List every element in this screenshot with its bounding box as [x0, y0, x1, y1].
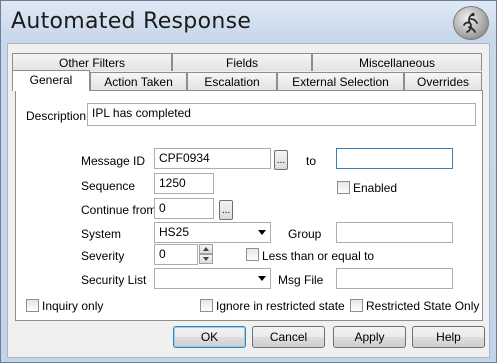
message-id-field[interactable]: CPF0934 [154, 148, 271, 169]
tab-other-filters[interactable]: Other Filters [12, 53, 172, 71]
message-id-to-field[interactable] [336, 148, 453, 169]
gecko-logo-icon [453, 6, 489, 40]
enabled-label: Enabled [353, 181, 398, 195]
continue-from-field[interactable]: 0 [154, 198, 214, 219]
ignore-restricted-checkbox[interactable] [200, 299, 213, 312]
chevron-down-icon [258, 230, 266, 235]
chevron-down-icon [258, 276, 266, 281]
sequence-label: Sequence [81, 179, 136, 193]
general-tab-panel: Description IPL has completed Message ID… [15, 90, 483, 321]
tab-action-taken[interactable]: Action Taken [90, 72, 187, 90]
inquiry-only-checkbox[interactable] [26, 299, 39, 312]
severity-field[interactable]: 0 [154, 244, 198, 265]
window-title: Automated Response [11, 9, 252, 34]
tab-fields[interactable]: Fields [172, 53, 312, 71]
message-id-browse-button[interactable]: ... [274, 150, 288, 170]
ignore-restricted-label: Ignore in restricted state [216, 299, 345, 313]
msg-file-field[interactable] [336, 268, 453, 289]
tab-miscellaneous[interactable]: Miscellaneous [312, 53, 482, 71]
severity-spinner[interactable] [199, 244, 213, 265]
title-bar[interactable]: Automated Response [1, 1, 496, 43]
security-list-label: Security List [81, 273, 147, 287]
spin-up-icon[interactable] [199, 244, 213, 254]
cancel-button[interactable]: Cancel [252, 326, 325, 348]
automated-response-window: Automated Response Other Filters Fields … [0, 0, 497, 363]
tab-row-front: General Action Taken Escalation External… [12, 70, 482, 91]
less-than-or-equal-label: Less than or equal to [262, 249, 375, 263]
apply-button[interactable]: Apply [333, 326, 406, 348]
tab-general[interactable]: General [12, 70, 90, 91]
restricted-only-label: Restricted State Only [366, 299, 480, 313]
ok-button[interactable]: OK [173, 326, 246, 348]
security-list-dropdown[interactable] [154, 268, 271, 289]
tab-external-selection[interactable]: External Selection [277, 72, 404, 90]
message-id-label: Message ID [81, 154, 146, 168]
msg-file-label: Msg File [278, 273, 324, 287]
sequence-field[interactable]: 1250 [154, 173, 214, 194]
spin-down-icon[interactable] [199, 254, 213, 264]
to-label: to [306, 154, 317, 168]
severity-label: Severity [81, 249, 125, 263]
group-label: Group [288, 227, 322, 241]
enabled-checkbox[interactable] [337, 181, 350, 194]
continue-from-label: Continue from [81, 203, 157, 217]
tab-escalation[interactable]: Escalation [187, 72, 277, 90]
system-dropdown[interactable]: HS25 [154, 222, 271, 243]
continue-from-browse-button[interactable]: ... [219, 200, 233, 220]
system-label: System [81, 227, 122, 241]
group-field[interactable] [336, 222, 453, 243]
restricted-only-checkbox[interactable] [350, 299, 363, 312]
inquiry-only-label: Inquiry only [42, 299, 104, 313]
tab-overrides[interactable]: Overrides [404, 72, 482, 90]
dialog-client-area: Other Filters Fields Miscellaneous Gener… [7, 43, 490, 358]
description-field[interactable]: IPL has completed [87, 103, 476, 126]
help-button[interactable]: Help [412, 326, 485, 348]
system-value: HS25 [159, 225, 190, 239]
less-than-or-equal-checkbox[interactable] [246, 248, 259, 261]
description-label: Description [26, 109, 87, 123]
